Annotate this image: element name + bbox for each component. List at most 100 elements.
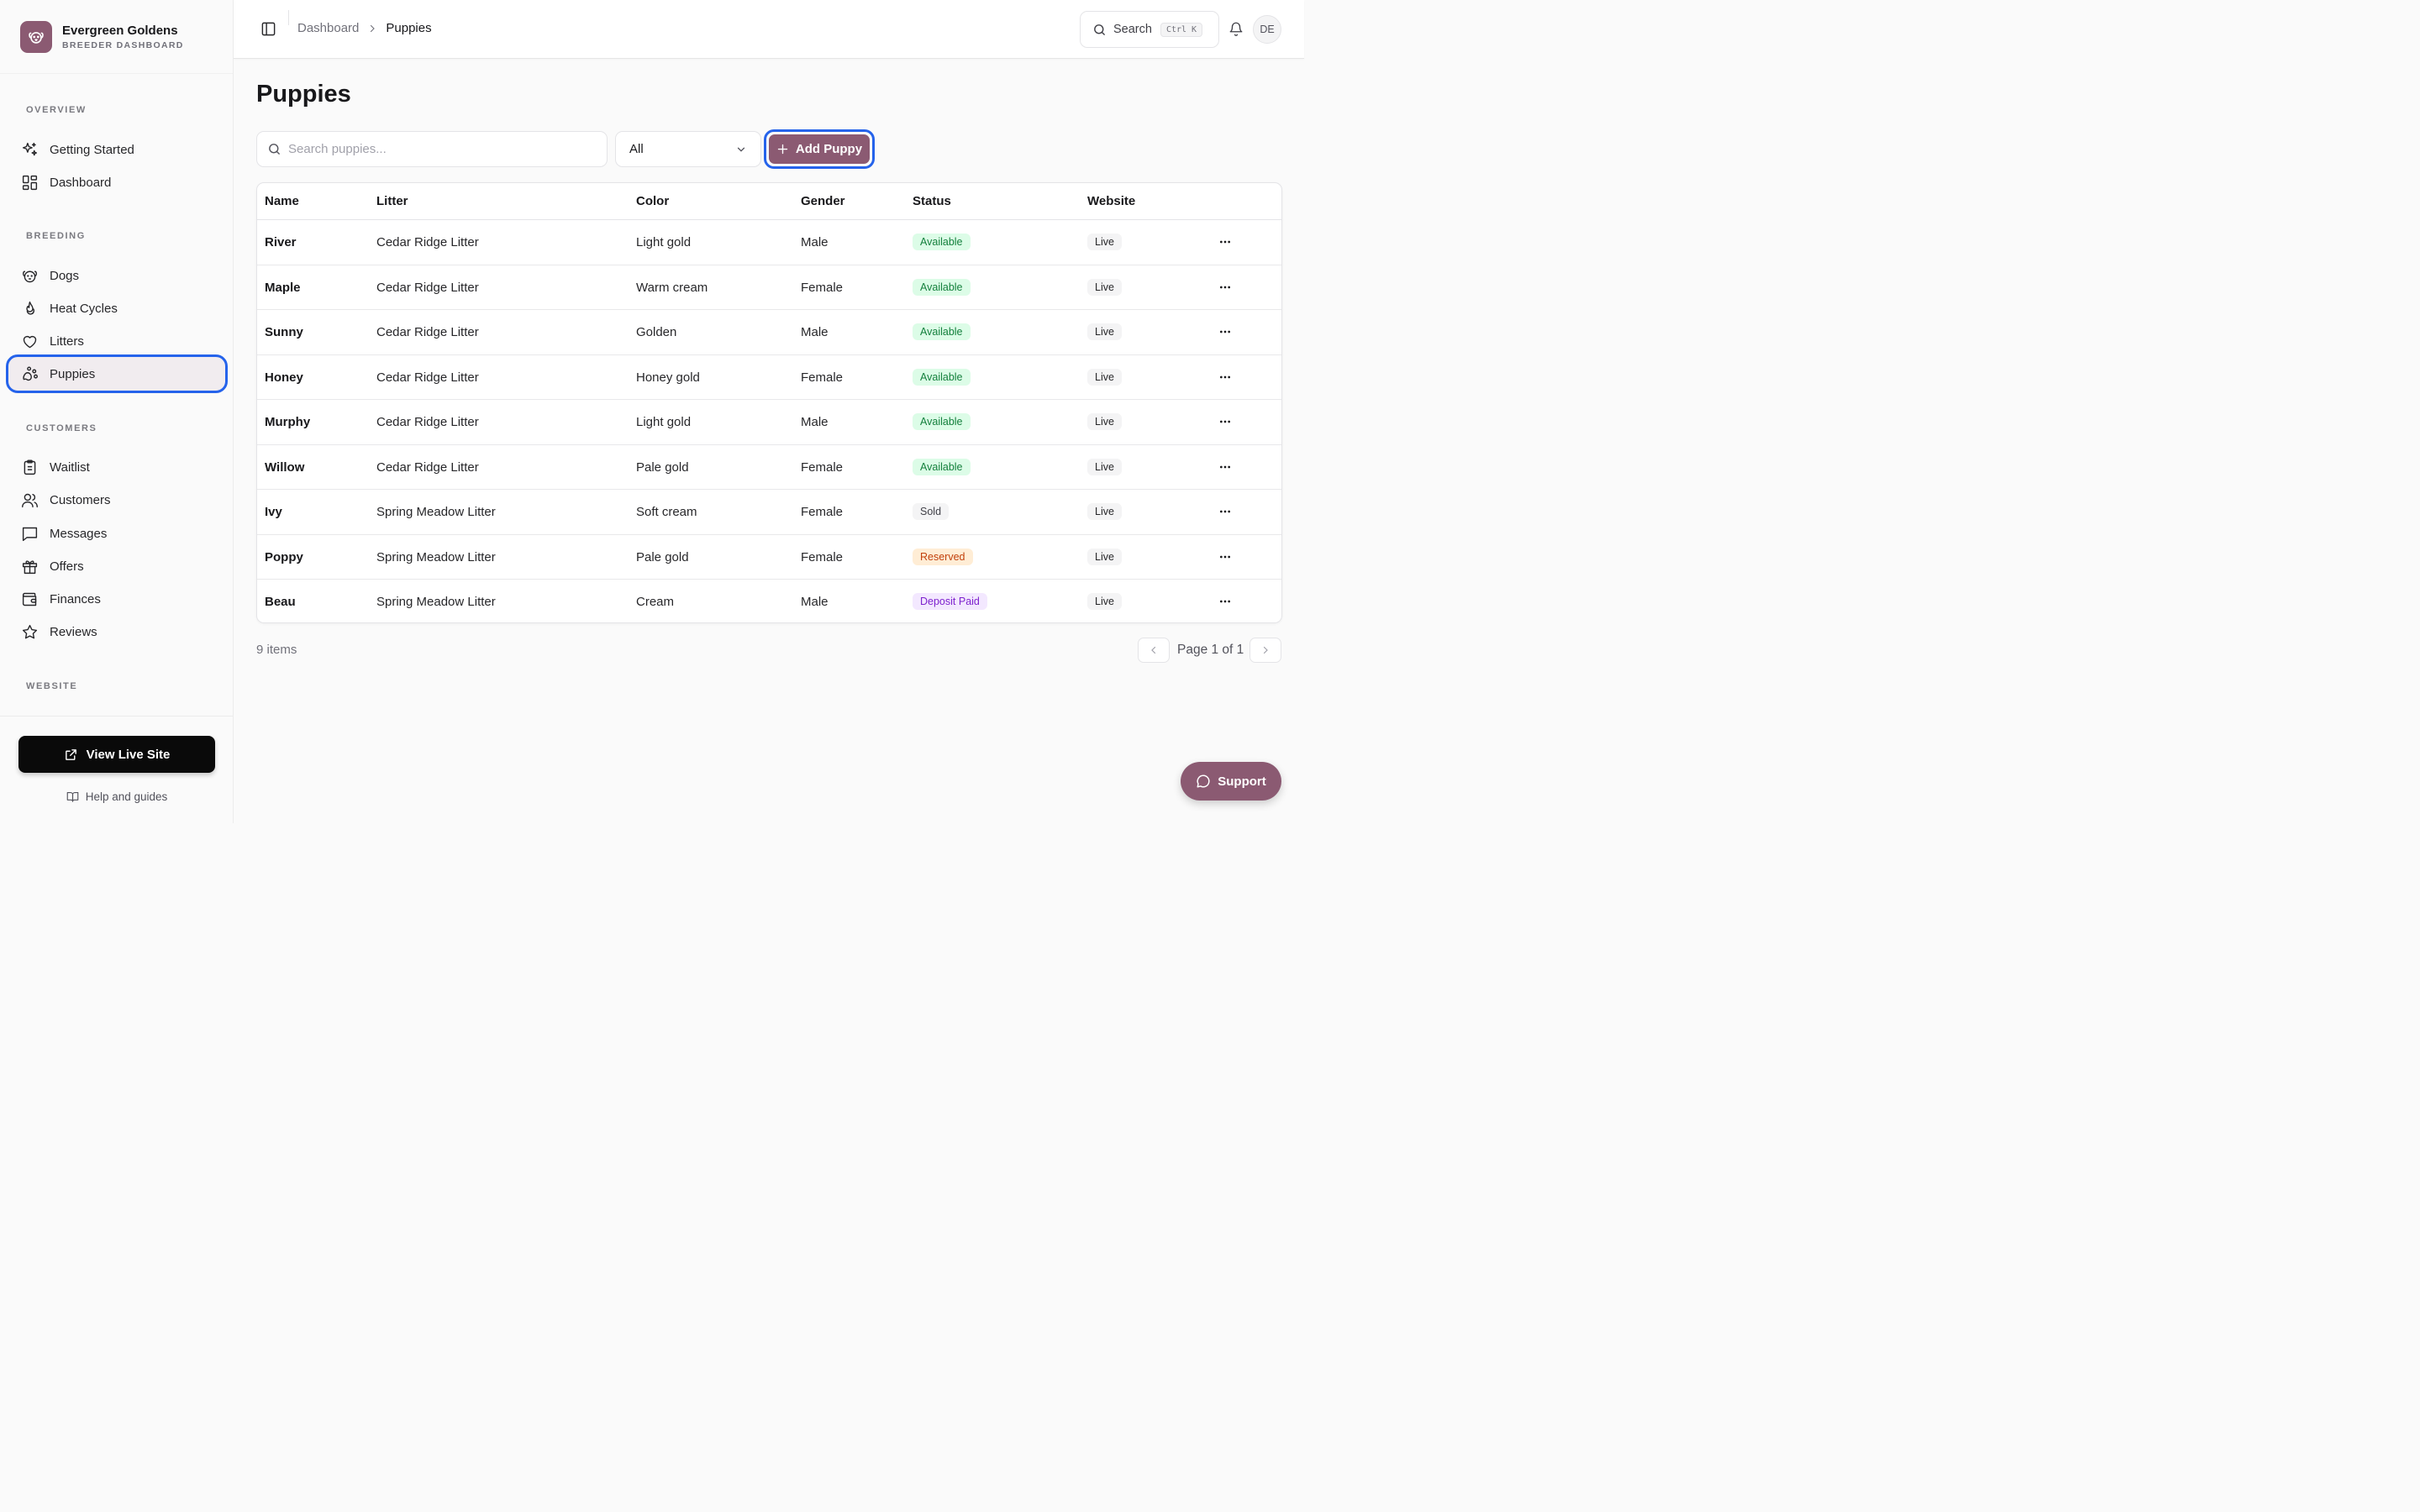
sidebar: Evergreen Goldens BREEDER DASHBOARD OVER…	[0, 0, 234, 823]
previous-page-button[interactable]	[1138, 638, 1170, 663]
sidebar-item-customers[interactable]: Customers	[8, 483, 225, 517]
table-row[interactable]: Murphy Cedar Ridge Litter Light gold Male Av…	[257, 400, 1281, 445]
sidebar-item-label: Dogs	[50, 268, 80, 283]
website-badge: Live	[1087, 234, 1122, 250]
sidebar-item-dashboard[interactable]: Dashboard	[8, 165, 225, 199]
sidebar-item-messages[interactable]: Messages	[8, 517, 225, 550]
sidebar-item-puppies[interactable]: Puppies	[6, 354, 228, 393]
search-input[interactable]	[288, 142, 591, 156]
puppy-name[interactable]: Maple	[265, 281, 301, 295]
add-puppy-label: Add Puppy	[795, 142, 863, 156]
puppy-name[interactable]: Poppy	[265, 550, 303, 564]
view-live-site-button[interactable]: View Live Site	[18, 736, 215, 773]
more-actions-icon[interactable]	[1215, 501, 1235, 522]
table-row[interactable]: Maple Cedar Ridge Litter Warm cream Female A…	[257, 265, 1281, 310]
table-row[interactable]: Willow Cedar Ridge Litter Pale gold Female A…	[257, 445, 1281, 490]
puppy-name[interactable]: Beau	[265, 595, 296, 609]
puppy-litter: Spring Meadow Litter	[376, 595, 496, 609]
puppy-color: Light gold	[636, 235, 692, 249]
status-badge: Sold	[913, 503, 950, 520]
sidebar-item-label: Reviews	[50, 624, 97, 639]
website-badge: Live	[1087, 278, 1122, 296]
bell-icon[interactable]	[1228, 21, 1244, 36]
website-badge: Live	[1087, 503, 1122, 520]
puppy-gender: Male	[801, 415, 829, 429]
more-actions-icon[interactable]	[1215, 277, 1235, 297]
puppy-litter: Cedar Ridge Litter	[376, 415, 479, 429]
help-guides-link[interactable]: Help and guides	[0, 790, 234, 803]
global-search-button[interactable]: Search Ctrl K	[1080, 11, 1219, 48]
chat-bubble-icon	[1196, 774, 1211, 789]
puppy-name[interactable]: Murphy	[265, 415, 310, 429]
table-row[interactable]: Honey Cedar Ridge Litter Honey gold Female A…	[257, 355, 1281, 400]
more-actions-icon[interactable]	[1215, 412, 1235, 432]
website-badge: Live	[1087, 593, 1122, 610]
puppy-name[interactable]: River	[265, 235, 297, 249]
sidebar-item-finances[interactable]: Finances	[8, 582, 225, 616]
dog-face-logo-icon	[20, 20, 52, 53]
website-badge: Live	[1087, 368, 1122, 386]
breadcrumb-puppies: Puppies	[386, 21, 432, 35]
puppy-gender: Female	[801, 280, 844, 295]
status-badge: Deposit Paid	[913, 593, 987, 610]
column-header-gender[interactable]: Gender	[801, 194, 845, 208]
more-actions-icon[interactable]	[1215, 591, 1235, 612]
support-label: Support	[1218, 774, 1266, 789]
puppy-gender: Male	[801, 595, 829, 609]
table-row[interactable]: Poppy Spring Meadow Litter Pale gold Female…	[257, 535, 1281, 580]
wallet-icon	[20, 590, 39, 608]
view-live-site-label: View Live Site	[86, 747, 171, 762]
sidebar-item-label: Waitlist	[50, 459, 90, 475]
puppy-name[interactable]: Sunny	[265, 325, 303, 339]
puppy-gender: Female	[801, 459, 844, 475]
puppy-name[interactable]: Honey	[265, 370, 303, 385]
puppy-name[interactable]: Willow	[265, 460, 304, 475]
sidebar-item-dogs[interactable]: Dogs	[8, 259, 225, 292]
table-row[interactable]: River Cedar Ridge Litter Light gold Male Ava…	[257, 220, 1281, 265]
column-header-color[interactable]: Color	[636, 194, 669, 208]
column-header-website[interactable]: Website	[1087, 194, 1135, 208]
sidebar-item-label: Litters	[50, 333, 84, 349]
section-label-website: WEBSITE	[26, 681, 78, 691]
sidebar-item-reviews[interactable]: Reviews	[8, 615, 225, 648]
status-filter-select[interactable]: All	[615, 131, 761, 167]
column-header-litter[interactable]: Litter	[376, 194, 408, 208]
puppy-name[interactable]: Ivy	[265, 505, 282, 519]
puppy-color: Honey gold	[636, 370, 700, 385]
table-row[interactable]: Sunny Cedar Ridge Litter Golden Male Availab…	[257, 310, 1281, 355]
more-actions-icon[interactable]	[1215, 367, 1235, 387]
sidebar-item-getting-started[interactable]: Getting Started	[8, 133, 225, 166]
sidebar-item-offers[interactable]: Offers	[8, 549, 225, 583]
more-actions-icon[interactable]	[1215, 232, 1235, 252]
book-icon	[66, 790, 79, 803]
status-badge: Available	[913, 368, 971, 386]
sidebar-item-label: Customers	[50, 492, 111, 507]
search-icon	[1092, 23, 1107, 37]
dog-icon	[20, 266, 39, 285]
website-badge: Live	[1087, 413, 1122, 430]
table-row[interactable]: Beau Spring Meadow Litter Cream Male Deposit…	[257, 580, 1281, 622]
sidebar-toggle-icon[interactable]	[260, 21, 276, 37]
table-row[interactable]: Ivy Spring Meadow Litter Soft cream Female S…	[257, 490, 1281, 535]
puppy-litter: Spring Meadow Litter	[376, 505, 496, 519]
more-actions-icon[interactable]	[1215, 457, 1235, 477]
next-page-button[interactable]	[1249, 638, 1281, 663]
column-header-name[interactable]: Name	[265, 194, 299, 208]
website-badge: Live	[1087, 548, 1122, 565]
more-actions-icon[interactable]	[1215, 322, 1235, 342]
sidebar-item-litters[interactable]: Litters	[8, 324, 225, 358]
support-button[interactable]: Support	[1181, 762, 1281, 801]
more-actions-icon[interactable]	[1215, 547, 1235, 567]
breadcrumb-dashboard[interactable]: Dashboard	[297, 21, 359, 35]
puppy-color: Cream	[636, 595, 675, 609]
add-puppy-button[interactable]: Add Puppy	[764, 129, 875, 169]
avatar[interactable]: DE	[1253, 15, 1281, 44]
puppy-gender: Male	[801, 325, 829, 339]
clipboard-icon	[20, 458, 39, 476]
column-header-status[interactable]: Status	[913, 194, 951, 208]
section-label-overview: OVERVIEW	[26, 105, 87, 115]
sidebar-item-heat-cycles[interactable]: Heat Cycles	[8, 291, 225, 325]
topbar: Dashboard Puppies Search Ctrl K DE	[234, 0, 1304, 59]
sidebar-item-waitlist[interactable]: Waitlist	[8, 450, 225, 484]
external-link-icon	[64, 748, 78, 762]
